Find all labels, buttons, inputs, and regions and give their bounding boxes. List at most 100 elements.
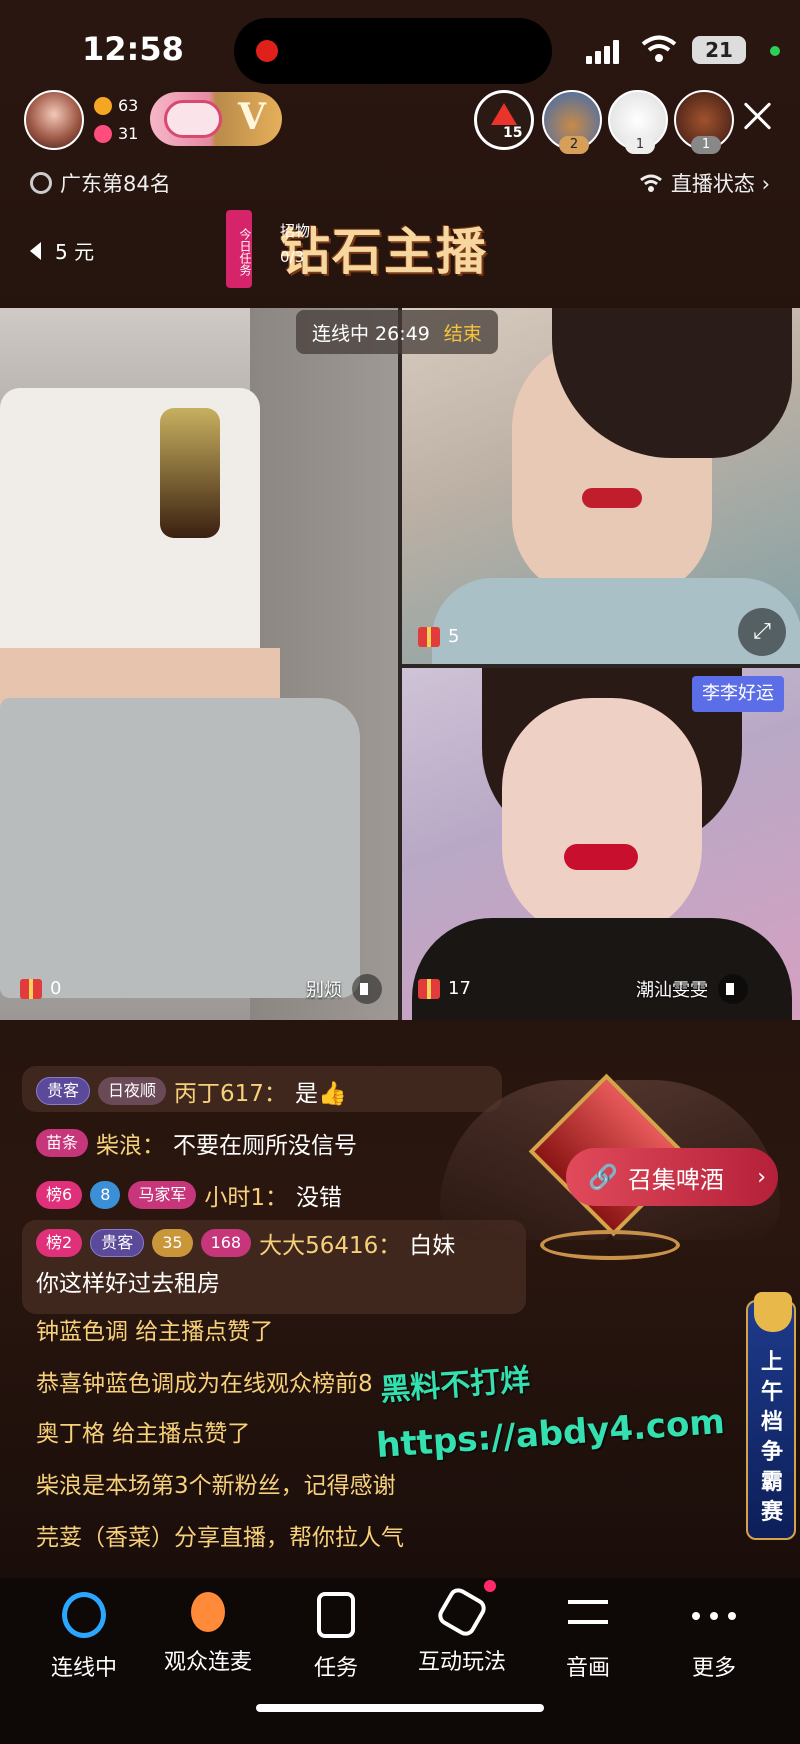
more-button[interactable]: 更多: [654, 1592, 774, 1682]
fan-tag: 马家军: [128, 1181, 197, 1209]
wifi-icon: [639, 174, 662, 192]
fan-club-button[interactable]: V: [150, 92, 282, 146]
chat-message[interactable]: 榜2 贵客 35 168 大大56416： 白妹: [36, 1226, 455, 1260]
chat-message[interactable]: 苗条 柴浪： 不要在厕所没信号: [36, 1126, 357, 1160]
hot-rank-badge[interactable]: 15: [474, 90, 534, 150]
clock-time: 12:58: [82, 30, 184, 68]
gift-icon: [20, 978, 42, 999]
cloud-heart-icon: [164, 100, 222, 138]
link-icon: [62, 1592, 106, 1638]
chat-text: 不要在厕所没信号: [173, 1133, 358, 1159]
chat-username: 小时1：: [204, 1185, 289, 1211]
trophy-icon: [754, 1292, 792, 1332]
guest-tag: 贵客: [36, 1077, 91, 1105]
link-timer: 连线中 26:49 结束: [296, 310, 498, 354]
recording-indicator-icon: [256, 40, 278, 62]
host-video[interactable]: [0, 308, 398, 1020]
checklist-icon: [317, 1592, 355, 1638]
guest2-name-tag: 潮汕雯雯: [636, 974, 748, 1004]
notification-dot: [484, 1580, 496, 1592]
guest-top: [412, 918, 792, 1020]
chat-username: 丙丁617：: [174, 1081, 287, 1107]
chat-text: 是👍: [294, 1081, 347, 1107]
fan-tag: 168: [200, 1229, 252, 1257]
end-link-button[interactable]: 结束: [444, 319, 482, 346]
anchor-fans-stat: 63: [94, 96, 138, 115]
home-indicator[interactable]: [256, 1704, 544, 1712]
chat-text: 没错: [296, 1185, 343, 1211]
system-message: 柴浪是本场第3个新粉丝，记得感谢: [36, 1473, 396, 1499]
phone-video-icon: [191, 1592, 225, 1632]
interactive-play-button[interactable]: 互动玩法: [402, 1584, 522, 1676]
battery-indicator: 21: [692, 36, 746, 64]
guest-tag: 贵客: [90, 1229, 145, 1257]
earnings-toggle[interactable]: 5 元: [30, 236, 94, 265]
task-button[interactable]: 任务: [276, 1592, 396, 1682]
level-tag: 8: [90, 1181, 121, 1209]
anchor-avatar[interactable]: [24, 90, 84, 150]
clock-icon: [30, 172, 52, 194]
fan-tag: 日夜顺: [98, 1077, 167, 1105]
link-mic-button[interactable]: 连线中: [24, 1592, 144, 1682]
chat-message[interactable]: 贵客 日夜顺 丙丁617： 是👍: [36, 1074, 347, 1108]
vip-badge: V: [238, 96, 266, 138]
anchor-likes-stat: 31: [94, 124, 138, 143]
grey-shorts: [0, 698, 360, 998]
viewer-avatar-3[interactable]: 1: [674, 90, 734, 154]
audience-mic-button[interactable]: 观众连麦: [148, 1592, 268, 1676]
white-top: [0, 388, 260, 648]
guest2-luck-tag: 李李好运: [692, 676, 784, 712]
close-icon[interactable]: [738, 96, 778, 136]
daily-task-tag[interactable]: 今日任务: [226, 210, 252, 288]
fans-icon: [94, 96, 112, 115]
guest1-gift-count: 5: [418, 626, 459, 647]
guest-video-1[interactable]: [402, 308, 800, 664]
caret-left-icon: [30, 241, 41, 260]
guest-lips: [564, 844, 638, 870]
rank-tag: 榜2: [36, 1229, 83, 1257]
host-name-tag: 别烦: [306, 974, 382, 1004]
chevron-right-icon: ›: [757, 1164, 766, 1190]
chat-text: 你这样好过去租房: [36, 1271, 220, 1297]
banner-sub: 招物: [280, 222, 311, 240]
multi-guest-video-area: [0, 308, 800, 1020]
sliders-icon: [568, 1592, 608, 1638]
summon-button[interactable]: 🔗 召集啤酒 ›: [566, 1148, 778, 1206]
expand-icon[interactable]: ⤢: [738, 608, 786, 656]
chat-username: 柴浪：: [96, 1133, 166, 1159]
system-message: 钟蓝色调 给主播点赞了: [36, 1319, 274, 1345]
guest-face: [502, 698, 702, 938]
chat-message[interactable]: 榜6 8 马家军 小时1： 没错: [36, 1178, 342, 1212]
audio-video-button[interactable]: 音画: [528, 1592, 648, 1682]
chat-message-continued: 你这样好过去租房: [36, 1264, 220, 1298]
system-message: 奥丁格 给主播点赞了: [36, 1421, 251, 1447]
viewer-avatar-1[interactable]: 2: [542, 90, 602, 154]
host-gift-count: 0: [20, 978, 61, 999]
guest-video-2[interactable]: [402, 668, 800, 1020]
diamond-anchor-banner[interactable]: 钻石主播 招物 0/3: [262, 208, 540, 281]
rank-tag: 榜6: [36, 1181, 83, 1209]
watermark-text: 黑料不打烊: [379, 1362, 532, 1409]
contest-label: 上午档争霸赛: [760, 1350, 783, 1525]
wifi-icon: [640, 34, 678, 64]
live-status-button[interactable]: 直播状态 ›: [639, 168, 770, 198]
live-stream-screen: 12:58 21 63 31 V 15 2 1 1 广东第84名 直播状态 › …: [0, 0, 800, 1744]
speaker-icon[interactable]: [352, 974, 382, 1004]
level-tag: 35: [152, 1229, 193, 1257]
viewer-avatar-2[interactable]: 1: [608, 90, 668, 154]
fan-tag: 苗条: [36, 1129, 89, 1157]
banner-progress: 0/3: [280, 248, 305, 266]
system-message: 恭喜钟蓝色调成为在线观众榜前8: [36, 1371, 373, 1397]
chat-username: 大大56416：: [259, 1233, 402, 1259]
banner-title: 钻石主播: [280, 222, 488, 281]
more-dots-icon: [692, 1592, 736, 1638]
flame-icon: [491, 103, 517, 125]
camera-in-use-dot: [770, 46, 780, 56]
contest-banner[interactable]: 上午档争霸赛: [746, 1292, 796, 1540]
bottle: [160, 408, 220, 538]
guest-lips: [582, 488, 642, 508]
beer-icon: 🔗: [588, 1163, 618, 1191]
cellular-signal-icon: [586, 40, 620, 64]
region-rank[interactable]: 广东第84名: [30, 168, 171, 198]
speaker-icon[interactable]: [718, 974, 748, 1004]
